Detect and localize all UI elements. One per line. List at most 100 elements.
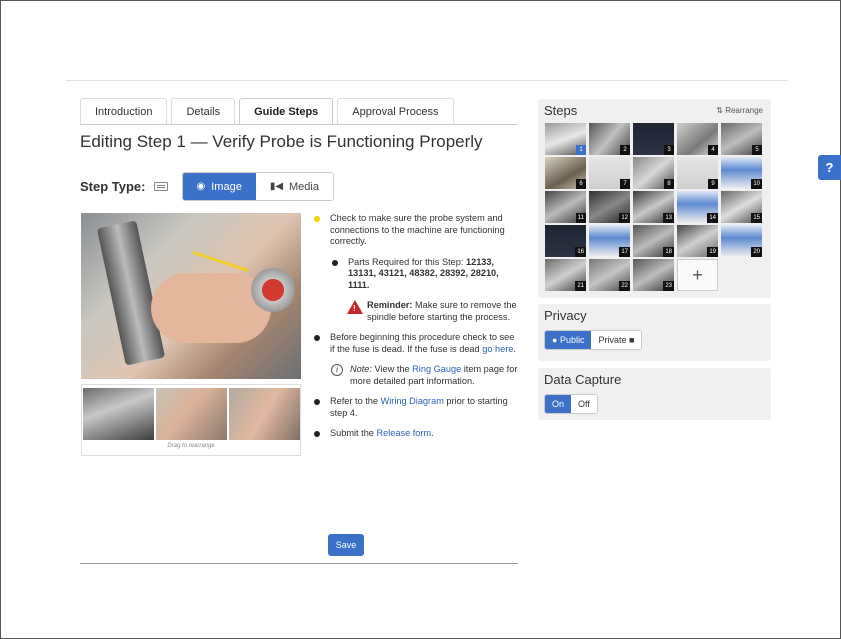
step-number-badge: 9	[708, 179, 718, 189]
step-type-media-button[interactable]: ▮◀ Media	[255, 173, 333, 200]
step-type-label: Step Type:	[80, 179, 146, 194]
step-thumbnail[interactable]: 3	[633, 123, 674, 155]
bullet-line[interactable]: Check to make sure the probe system and …	[312, 213, 518, 248]
step-thumbnail[interactable]: 7	[589, 157, 630, 189]
step-number-badge: 7	[620, 179, 630, 189]
bullet-text: Parts Required for this Step:	[348, 256, 466, 267]
go-here-link[interactable]: go here	[482, 344, 513, 354]
bullet-line[interactable]: Refer to the Wiring Diagram prior to sta…	[312, 396, 518, 419]
step-number-badge: 19	[707, 247, 718, 257]
bullet-text: Submit the	[330, 428, 377, 438]
privacy-private-button[interactable]: Private ■	[591, 331, 642, 349]
step-number-badge: 20	[751, 247, 762, 257]
step-thumbnail[interactable]: 21	[545, 259, 586, 291]
step-type-selector: ◉ Image ▮◀ Media	[181, 172, 334, 201]
reminder-label: Reminder:	[367, 300, 413, 310]
steps-panel-title: Steps	[544, 103, 578, 118]
step-thumbnail[interactable]: 11	[545, 191, 586, 223]
step-number-badge: 21	[575, 281, 586, 291]
black-bullet-icon	[314, 335, 320, 341]
step-number-badge: 14	[707, 213, 718, 223]
tab-details[interactable]: Details	[171, 98, 236, 125]
tab-guide-steps[interactable]: Guide Steps	[239, 98, 334, 125]
image-thumbnail[interactable]	[156, 388, 227, 440]
main-step-image[interactable]	[81, 213, 301, 379]
rearrange-button[interactable]: ⇅ Rearrange	[716, 106, 763, 115]
step-thumbnail[interactable]: 16	[545, 225, 586, 257]
step-thumbnail[interactable]: 10	[721, 157, 762, 189]
step-thumbnail[interactable]: 4	[677, 123, 718, 155]
image-thumbnail[interactable]	[229, 388, 300, 440]
rearrange-label: Rearrange	[725, 106, 763, 115]
step-thumbnail[interactable]: 9	[677, 157, 718, 189]
add-step-button[interactable]: +	[677, 259, 718, 291]
image-thumbnail-strip: Drag to rearrange	[81, 384, 301, 456]
step-thumbnail[interactable]: 14	[677, 191, 718, 223]
step-bullets[interactable]: Check to make sure the probe system and …	[312, 213, 518, 440]
data-capture-on-button[interactable]: On	[545, 395, 572, 413]
private-label: Private	[598, 335, 627, 345]
keyboard-icon[interactable]	[153, 182, 168, 191]
step-number-badge: 10	[751, 179, 762, 189]
step-thumbnail[interactable]: 15	[721, 191, 762, 223]
privacy-public-button[interactable]: ● Public	[545, 331, 592, 349]
save-button[interactable]: Save	[328, 534, 364, 556]
step-thumbnail[interactable]: 19	[677, 225, 718, 257]
tabs-divider	[80, 124, 518, 125]
step-thumbnail[interactable]: 12	[589, 191, 630, 223]
tab-introduction[interactable]: Introduction	[80, 98, 168, 125]
step-number-badge: 15	[751, 213, 762, 223]
bullet-text-end: .	[513, 343, 516, 354]
annotation-arrow	[192, 251, 249, 272]
footer-divider	[80, 563, 518, 564]
step-thumbnail[interactable]: 1	[545, 123, 586, 155]
step-number-badge: 2	[620, 145, 630, 155]
step-thumbnail[interactable]: 22	[589, 259, 630, 291]
step-number-badge: 3	[664, 145, 674, 155]
step-number-badge: 4	[708, 145, 718, 155]
privacy-title: Privacy	[544, 308, 587, 323]
step-thumbnail[interactable]: 23	[633, 259, 674, 291]
black-bullet-icon	[314, 431, 320, 437]
globe-icon: ●	[552, 335, 558, 345]
help-button[interactable]: ?	[818, 155, 841, 180]
step-thumbnail[interactable]: 8	[633, 157, 674, 189]
note-line[interactable]: i Note: View the Ring Gauge item page fo…	[330, 364, 518, 387]
bullet-line[interactable]: Submit the Release form.	[312, 428, 518, 440]
step-number-badge: 23	[663, 281, 674, 291]
camera-icon: ◉	[196, 181, 206, 192]
step-number-badge: 6	[576, 179, 586, 189]
step-type-row: Step Type: ◉ Image ▮◀ Media	[80, 172, 334, 201]
step-type-media-label: Media	[289, 180, 319, 193]
reminder-line[interactable]: Reminder: Make sure to remove the spindl…	[347, 300, 518, 323]
privacy-panel: Privacy ● Public Private ■	[538, 304, 771, 361]
data-capture-title: Data Capture	[544, 372, 622, 387]
release-form-link[interactable]: Release form	[376, 428, 431, 438]
step-thumbnail[interactable]: 20	[721, 225, 762, 257]
step-thumbnail[interactable]: 6	[545, 157, 586, 189]
ring-gauge-link[interactable]: Ring Gauge	[412, 364, 461, 374]
steps-panel: Steps ⇅ Rearrange 1 2 3 4 5 6 7 8 9 10 11 12 13 14 15 1…	[538, 99, 771, 298]
data-capture-toggle: On Off	[544, 394, 598, 414]
bullet-line[interactable]: Parts Required for this Step: 12133, 131…	[330, 257, 518, 292]
step-thumbnail[interactable]: 2	[589, 123, 630, 155]
image-thumbnail[interactable]	[83, 388, 154, 440]
step-thumbnail[interactable]: 13	[633, 191, 674, 223]
bullet-line[interactable]: Before beginning this procedure check to…	[312, 332, 518, 355]
step-thumbnail[interactable]: 18	[633, 225, 674, 257]
info-icon: i	[331, 364, 343, 376]
warning-icon	[347, 300, 363, 315]
step-type-image-button[interactable]: ◉ Image	[182, 173, 256, 200]
data-capture-off-button[interactable]: Off	[571, 395, 597, 413]
bullet-text-end: .	[431, 428, 434, 438]
rearrange-icon: ⇅	[716, 106, 723, 115]
step-thumbnail[interactable]: 5	[721, 123, 762, 155]
tab-approval-process[interactable]: Approval Process	[337, 98, 454, 125]
public-label: Public	[559, 335, 585, 345]
step-number-badge: 22	[619, 281, 630, 291]
note-text: View the	[371, 364, 413, 374]
note-label: Note:	[350, 364, 372, 374]
wiring-diagram-link[interactable]: Wiring Diagram	[381, 396, 444, 406]
step-thumbnail[interactable]: 17	[589, 225, 630, 257]
step-number-badge: 8	[664, 179, 674, 189]
